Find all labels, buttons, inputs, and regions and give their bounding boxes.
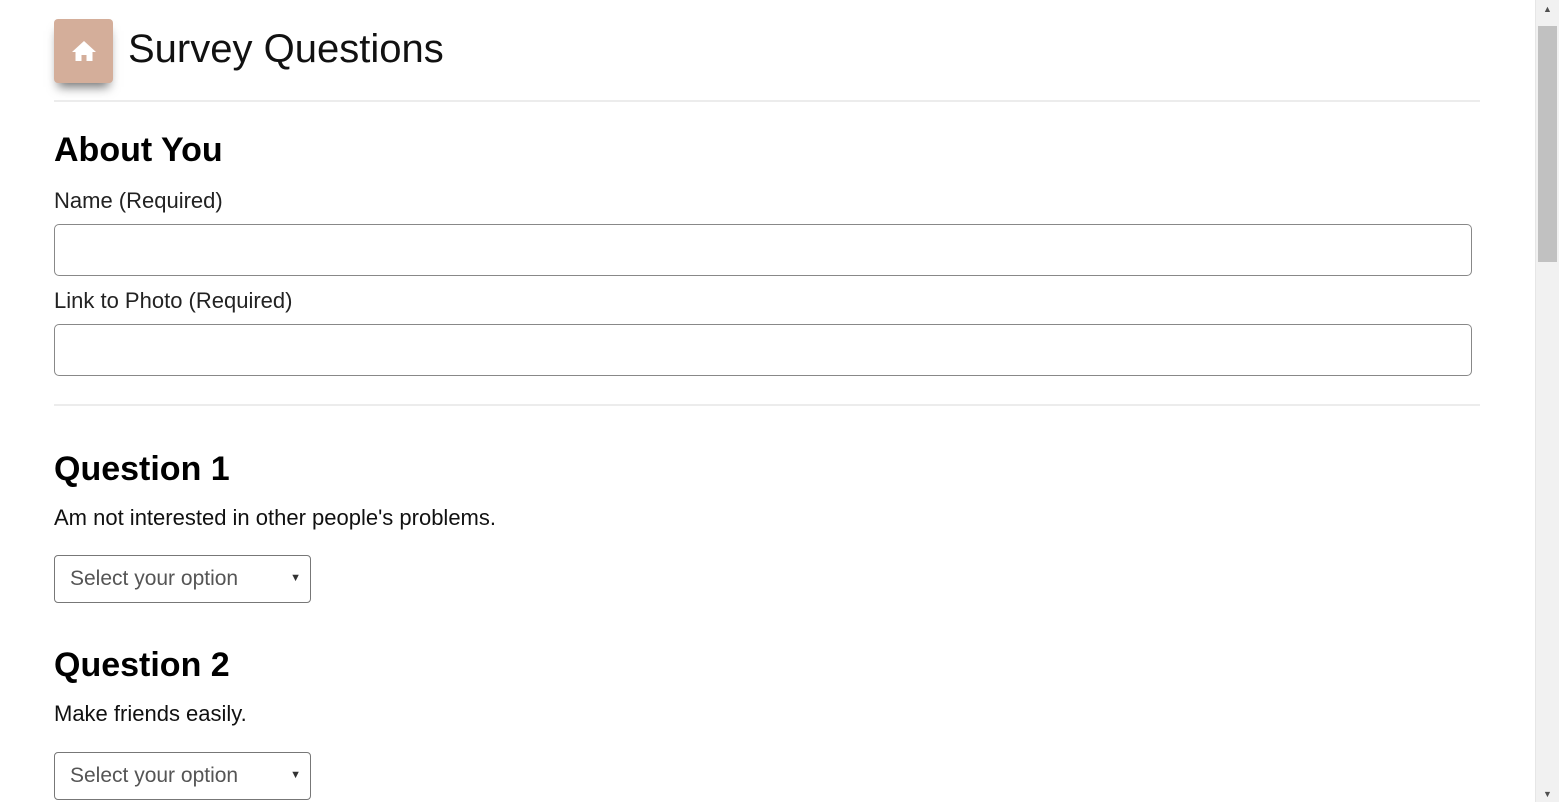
section-divider bbox=[54, 404, 1480, 406]
dropdown-arrow-icon: ▼ bbox=[290, 572, 301, 584]
question-2-heading: Question 2 bbox=[54, 646, 230, 684]
question-1-select[interactable]: Select your option ▼ bbox=[54, 555, 311, 603]
about-you-heading: About You bbox=[54, 131, 223, 169]
header-divider bbox=[54, 100, 1480, 102]
question-1-heading: Question 1 bbox=[54, 450, 230, 488]
dropdown-arrow-icon: ▼ bbox=[290, 769, 301, 781]
photo-link-field-label: Link to Photo (Required) bbox=[54, 288, 293, 313]
question-1-select-value: Select your option bbox=[70, 567, 239, 590]
photo-link-input[interactable] bbox=[54, 324, 1472, 376]
question-2-text: Make friends easily. bbox=[54, 701, 247, 726]
question-2-select-value: Select your option bbox=[70, 764, 239, 787]
home-icon bbox=[71, 41, 96, 61]
name-input[interactable] bbox=[54, 224, 1472, 276]
page-header: Survey Questions bbox=[54, 19, 444, 83]
question-1-text: Am not interested in other people's prob… bbox=[54, 505, 496, 530]
home-button[interactable] bbox=[54, 19, 113, 83]
scrollbar-thumb[interactable] bbox=[1538, 26, 1557, 262]
question-2-select[interactable]: Select your option ▼ bbox=[54, 752, 311, 800]
scroll-up-arrow-icon[interactable]: ▲ bbox=[1536, 0, 1559, 17]
survey-page: Survey Questions About You Name (Require… bbox=[0, 0, 1559, 802]
name-field-label: Name (Required) bbox=[54, 188, 223, 213]
vertical-scrollbar[interactable]: ▲ ▼ bbox=[1535, 0, 1559, 802]
page-title: Survey Questions bbox=[128, 27, 444, 71]
scroll-down-arrow-icon[interactable]: ▼ bbox=[1536, 785, 1559, 802]
